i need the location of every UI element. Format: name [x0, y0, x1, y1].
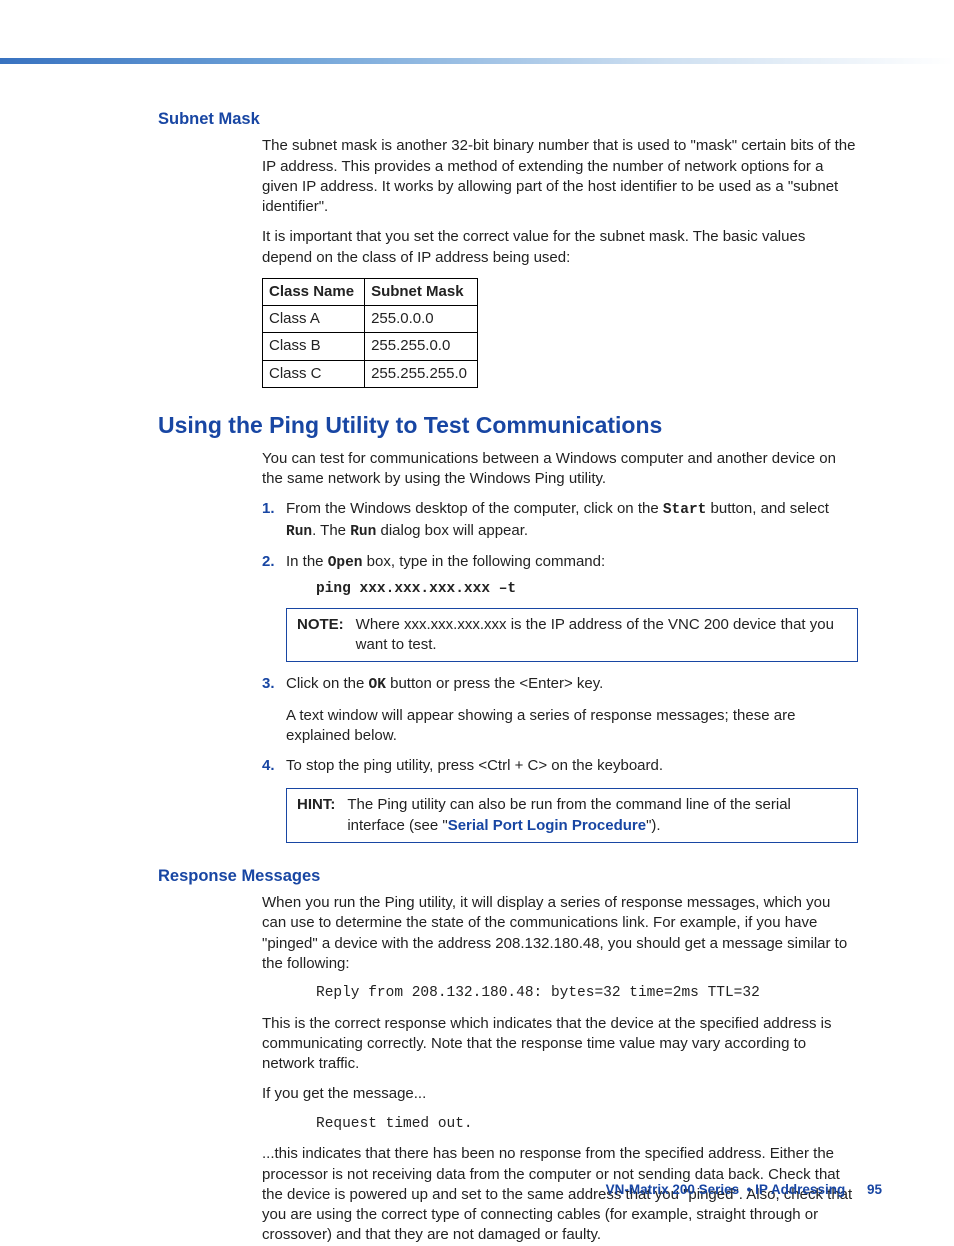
- th-subnet-mask: Subnet Mask: [365, 278, 478, 305]
- hint-b: ").: [646, 817, 661, 834]
- step2-a: In the: [286, 553, 328, 570]
- top-gradient-rule: [0, 58, 954, 64]
- step2-open: Open: [328, 555, 363, 571]
- footer-product: VN-Matrix 200 Series: [606, 1182, 740, 1197]
- step1-c: button, and select: [706, 500, 829, 517]
- step-4: To stop the ping utility, press <Ctrl + …: [262, 756, 858, 843]
- cell-class-a: Class A: [263, 306, 365, 333]
- subnet-p1: The subnet mask is another 32-bit binary…: [262, 136, 858, 217]
- table-row: Class C 255.255.255.0: [263, 360, 478, 387]
- step3-e: > key.: [564, 675, 603, 692]
- note-box: NOTE: Where xxx.xxx.xxx.xxx is the IP ad…: [286, 608, 858, 663]
- ping-command: ping xxx.xxx.xxx.xxx –t: [316, 580, 858, 600]
- heading-response-messages: Response Messages: [158, 865, 858, 887]
- step1-g: dialog box will appear.: [376, 522, 528, 539]
- th-class-name: Class Name: [263, 278, 365, 305]
- steps-list: From the Windows desktop of the computer…: [262, 499, 858, 843]
- step3-c: button or press the <: [386, 675, 528, 692]
- step3-a: Click on the: [286, 675, 369, 692]
- resp-p2: This is the correct response which indic…: [262, 1014, 858, 1075]
- note-label: NOTE:: [297, 615, 344, 656]
- step1-a: From the Windows desktop of the computer…: [286, 500, 663, 517]
- ping-intro: You can test for communications between …: [262, 449, 858, 490]
- note-text: Where xxx.xxx.xxx.xxx is the IP address …: [356, 615, 847, 656]
- table-row: Class B 255.255.0.0: [263, 333, 478, 360]
- subnet-p2: It is important that you set the correct…: [262, 227, 858, 268]
- hint-text: The Ping utility can also be run from th…: [347, 795, 847, 836]
- step-3: Click on the OK button or press the <Ent…: [262, 674, 858, 746]
- cell-class-c: Class C: [263, 360, 365, 387]
- heading-subnet-mask: Subnet Mask: [158, 108, 858, 130]
- link-serial-port[interactable]: Serial Port Login Procedure: [448, 817, 646, 834]
- step-2: In the Open box, type in the following c…: [262, 552, 858, 662]
- hint-label: HINT:: [297, 795, 335, 836]
- cell-mask-c: 255.255.255.0: [365, 360, 478, 387]
- code-timeout: Request timed out.: [316, 1115, 858, 1135]
- step4-c: > on the keyboard.: [538, 757, 663, 774]
- page-content: Subnet Mask The subnet mask is another 3…: [60, 60, 894, 1246]
- cell-class-b: Class B: [263, 333, 365, 360]
- table-header-row: Class Name Subnet Mask: [263, 278, 478, 305]
- footer-bullet: •: [747, 1182, 752, 1197]
- step1-run2: Run: [350, 524, 376, 540]
- subnet-table: Class Name Subnet Mask Class A 255.0.0.0…: [262, 278, 478, 388]
- step3-ok: OK: [369, 677, 386, 693]
- step1-e: . The: [312, 522, 350, 539]
- page-footer: VN-Matrix 200 Series • IP Addressing 95: [606, 1181, 882, 1199]
- resp-p3: If you get the message...: [262, 1084, 858, 1104]
- hint-box: HINT: The Ping utility can also be run f…: [286, 788, 858, 843]
- step-1: From the Windows desktop of the computer…: [262, 499, 858, 542]
- code-reply: Reply from 208.132.180.48: bytes=32 time…: [316, 984, 858, 1004]
- step1-run: Run: [286, 524, 312, 540]
- step4-ctrl-c: Ctrl + C: [487, 757, 538, 774]
- heading-ping-utility: Using the Ping Utility to Test Communica…: [158, 410, 858, 441]
- footer-chapter: IP Addressing: [755, 1182, 845, 1197]
- cell-mask-a: 255.0.0.0: [365, 306, 478, 333]
- step2-c: box, type in the following command:: [363, 553, 606, 570]
- step3-sub: A text window will appear showing a seri…: [286, 706, 858, 747]
- step1-start: Start: [663, 502, 707, 518]
- footer-page: 95: [867, 1182, 882, 1197]
- step3-enter: Enter: [528, 675, 564, 692]
- step4-a: To stop the ping utility, press <: [286, 757, 487, 774]
- resp-p1: When you run the Ping utility, it will d…: [262, 893, 858, 974]
- cell-mask-b: 255.255.0.0: [365, 333, 478, 360]
- table-row: Class A 255.0.0.0: [263, 306, 478, 333]
